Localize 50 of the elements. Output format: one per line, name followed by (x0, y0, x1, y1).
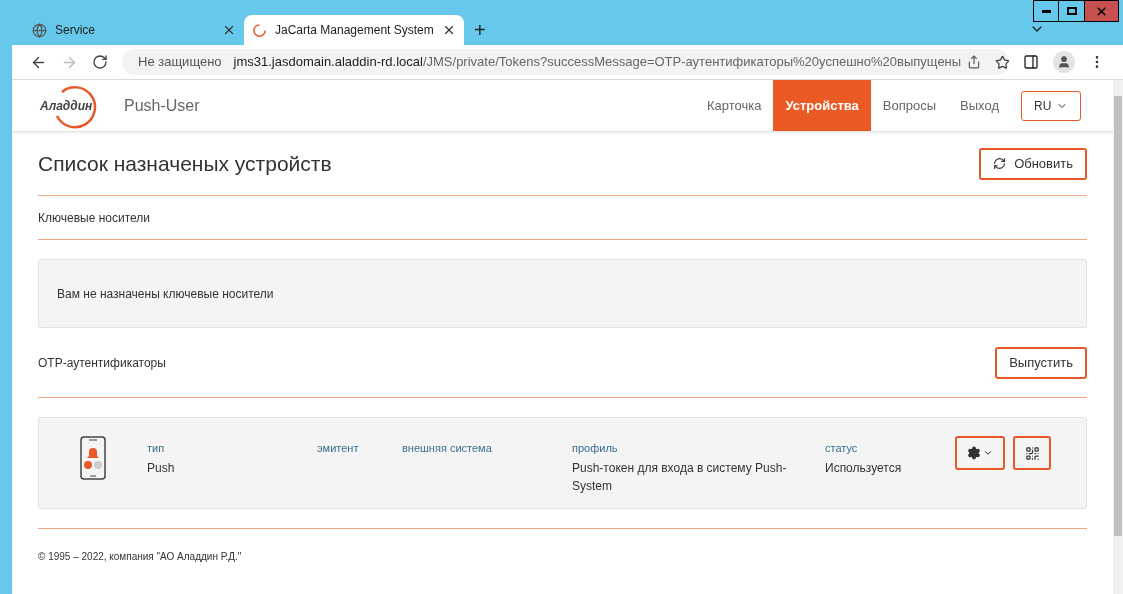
copyright-text: © 1995 – 2022, компания "АО Аладдин Р.Д." (38, 550, 243, 564)
qr-code-icon (1024, 445, 1040, 461)
loading-spinner-icon (252, 22, 267, 38)
app-name: Push-User (124, 95, 200, 116)
field-label: профиль (572, 441, 619, 456)
empty-message-panel: Вам не назначены ключевые носители (38, 259, 1087, 328)
nav-link[interactable]: Выход (948, 80, 1011, 131)
field-label: эмитент (317, 441, 360, 456)
phone-notification-icon (79, 436, 107, 480)
section-heading: Ключевые носители (38, 209, 150, 227)
url-text: jms31.jasdomain.aladdin-rd.local/JMS/private/Tokens?successMessage=OTP-аутентификаторы%20успешно%20выпущены (233, 53, 962, 72)
browser-tab[interactable]: Service (24, 15, 244, 45)
caret-icon (983, 448, 993, 458)
share-icon[interactable] (967, 55, 982, 69)
reload-icon[interactable] (92, 54, 108, 70)
section-heading: OTP-аутентификаторы (38, 354, 166, 372)
refresh-button[interactable]: Обновить (979, 147, 1087, 180)
side-panel-icon[interactable] (1023, 54, 1039, 70)
tab-title: Service (55, 22, 96, 39)
close-icon (1095, 4, 1108, 18)
refresh-icon (993, 157, 1007, 170)
language-select[interactable]: RU (1021, 90, 1081, 121)
nav-link[interactable]: Вопросы (870, 80, 949, 131)
field-value: Push-токен для входа в систему Push-System (572, 459, 788, 495)
security-label: Не защищено (138, 53, 222, 72)
field-value: Используется (825, 459, 903, 477)
logo: Аладдин (40, 81, 104, 130)
close-tab-icon[interactable] (222, 23, 236, 37)
star-icon[interactable] (995, 54, 1009, 70)
field-label: внешняя система (402, 441, 493, 456)
close-button[interactable] (1085, 0, 1119, 22)
page-title: Список назначеных устройств (38, 150, 332, 177)
settings-icon (967, 446, 981, 460)
globe-icon (32, 22, 47, 38)
new-tab-button[interactable]: + (464, 15, 496, 45)
nav-link[interactable]: Устройства (773, 80, 871, 131)
profile-avatar[interactable] (1053, 51, 1075, 73)
minimize-button[interactable] (1033, 0, 1059, 22)
close-tab-icon[interactable] (442, 23, 456, 37)
address-bar[interactable]: Не защищено jms31.jasdomain.aladdin-rd.local/JMS/private/Tokens?successMessage=OTP-аутентификаторы%20успешно%20выпущены (122, 49, 1009, 75)
maximize-button[interactable] (1059, 0, 1085, 22)
nav-link[interactable]: Карточка (694, 80, 774, 131)
browser-tab[interactable]: JaCarta Management System (244, 15, 464, 45)
field-label: тип (147, 441, 166, 456)
issue-button[interactable]: Выпустить (995, 346, 1087, 379)
field-label: статус (825, 441, 859, 456)
qr-code-button[interactable] (1013, 436, 1051, 470)
settings-dropdown-button[interactable] (955, 436, 1005, 470)
tab-title: JaCarta Management System (275, 22, 434, 39)
field-value: Push (147, 459, 176, 477)
